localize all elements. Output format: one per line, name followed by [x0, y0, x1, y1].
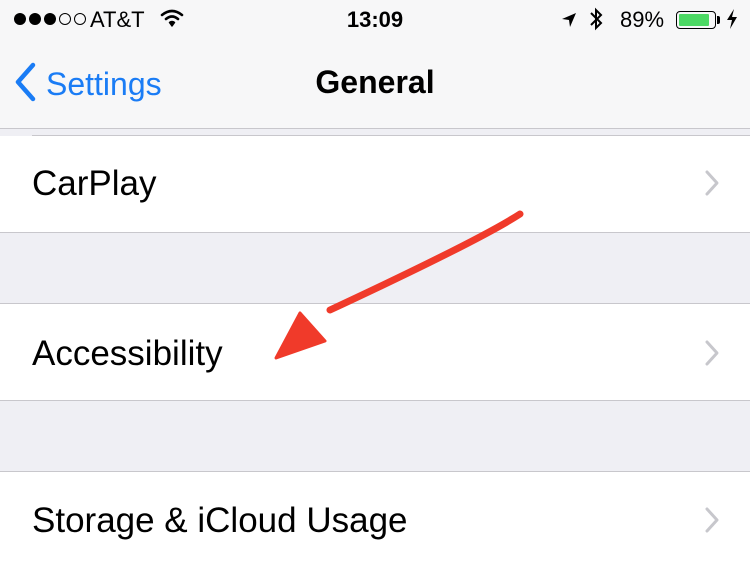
row-carplay[interactable]: CarPlay [0, 136, 750, 232]
row-accessibility[interactable]: Accessibility [0, 304, 750, 400]
row-carplay-label: CarPlay [32, 164, 157, 203]
section-separator [0, 400, 750, 401]
top-bar: AT&T 13:09 89% Settings General [0, 0, 750, 129]
charging-bolt-icon [726, 9, 738, 35]
battery-cap [717, 16, 720, 24]
battery-level-fill [679, 14, 710, 26]
chevron-right-icon [704, 506, 720, 539]
section-separator [0, 232, 750, 233]
status-bar: AT&T 13:09 89% [0, 0, 750, 40]
location-arrow-icon [560, 9, 578, 35]
chevron-right-icon [704, 169, 720, 202]
battery-icon [676, 11, 716, 29]
row-accessibility-label: Accessibility [32, 334, 223, 373]
settings-general-screen: AT&T 13:09 89% Settings General CarPlay … [0, 0, 750, 562]
chevron-right-icon [704, 339, 720, 372]
battery-percentage: 89% [620, 7, 665, 32]
bluetooth-icon [589, 7, 603, 37]
row-storage-icloud-usage[interactable]: Storage & iCloud Usage [0, 472, 750, 562]
page-title: General [315, 64, 435, 100]
row-storage-label: Storage & iCloud Usage [32, 501, 408, 540]
